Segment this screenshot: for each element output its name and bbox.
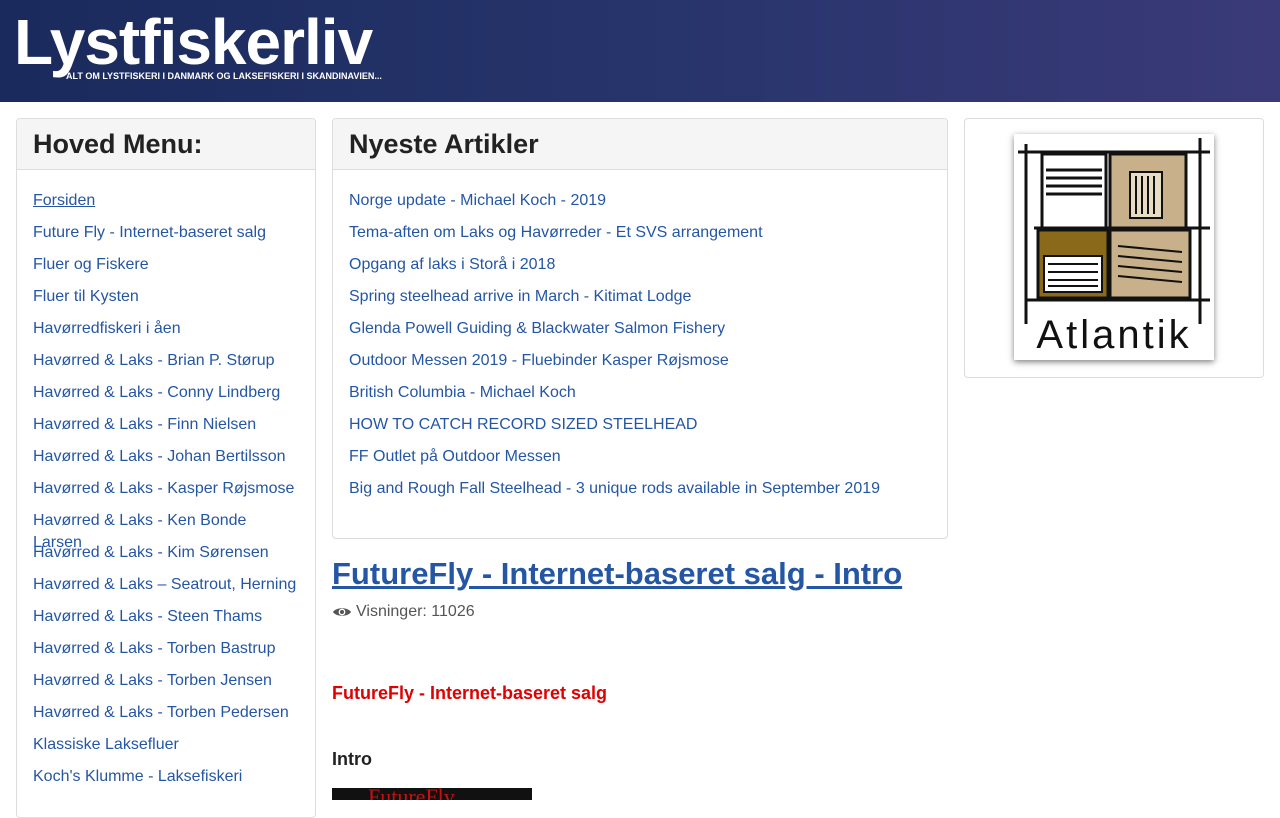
- main-menu-link[interactable]: Havørred & Laks - Torben Jensen: [33, 672, 272, 689]
- main-menu-item: Koch's Klumme - Laksefiskeri: [33, 766, 299, 798]
- latest-article-link[interactable]: British Columbia - Michael Koch: [349, 384, 576, 401]
- eye-icon: [333, 608, 351, 616]
- latest-article-link[interactable]: Glenda Powell Guiding & Blackwater Salmo…: [349, 320, 725, 337]
- main-menu-item: Klassiske Laksefluer: [33, 734, 299, 766]
- views-count: Visninger: 11026: [356, 603, 475, 620]
- latest-article-link[interactable]: Big and Rough Fall Steelhead - 3 unique …: [349, 480, 880, 497]
- latest-article-item: Big and Rough Fall Steelhead - 3 unique …: [349, 478, 931, 510]
- site-tagline: ALT OM LYSTFISKERI I DANMARK OG LAKSEFIS…: [66, 71, 382, 81]
- main-menu-link[interactable]: Havørred & Laks - Torben Pedersen: [33, 704, 289, 721]
- latest-article-item: Opgang af laks i Storå i 2018: [349, 254, 931, 286]
- main-menu-item: Havørred & Laks – Seatrout, Herning: [33, 574, 299, 606]
- atlantik-logo-text: Atlantik: [1036, 313, 1191, 357]
- main-menu-link[interactable]: Klassiske Laksefluer: [33, 736, 179, 753]
- latest-article-link[interactable]: Tema-aften om Laks og Havørreder - Et SV…: [349, 224, 763, 241]
- main-menu-item: Havørred & Laks - Conny Lindberg: [33, 382, 299, 414]
- main-menu-item: Fluer til Kysten: [33, 286, 299, 318]
- latest-article-link[interactable]: HOW TO CATCH RECORD SIZED STEELHEAD: [349, 416, 697, 433]
- main-menu-item: Forsiden: [33, 190, 299, 222]
- main-menu-header: Hoved Menu:: [17, 119, 315, 170]
- atlantik-banner[interactable]: Atlantik: [1014, 134, 1214, 360]
- latest-article-item: Spring steelhead arrive in March - Kitim…: [349, 286, 931, 318]
- main-menu-item: Havørred & Laks - Ken Bonde Larsen: [33, 510, 299, 551]
- main-menu-item: Havørred & Laks - Finn Nielsen: [33, 414, 299, 446]
- futurefly-image: FutureFly: [332, 788, 532, 800]
- site-logo[interactable]: Lystfiskerliv: [14, 6, 373, 78]
- latest-article-link[interactable]: Opgang af laks i Storå i 2018: [349, 256, 555, 273]
- latest-article-item: HOW TO CATCH RECORD SIZED STEELHEAD: [349, 414, 931, 446]
- latest-articles-header: Nyeste Artikler: [333, 119, 947, 170]
- main-menu-link[interactable]: Havørred & Laks - Johan Bertilsson: [33, 448, 286, 465]
- main-menu-item: Havørred & Laks - Torben Pedersen: [33, 702, 299, 734]
- main-menu-link[interactable]: Havørred & Laks - Brian P. Størup: [33, 352, 275, 369]
- main-menu-link[interactable]: Havørred & Laks - Kim Sørensen: [33, 544, 269, 561]
- main-menu-item: Havørred & Laks - Brian P. Størup: [33, 350, 299, 382]
- latest-article-item: Norge update - Michael Koch - 2019: [349, 190, 931, 222]
- atlantik-logo-graphic: Atlantik: [1014, 134, 1214, 360]
- article-title-link[interactable]: FutureFly - Internet-baseret salg - Intr…: [332, 552, 902, 596]
- main-menu-link[interactable]: Fluer til Kysten: [33, 288, 139, 305]
- main-menu-title: Hoved Menu:: [33, 129, 203, 159]
- main-menu-item: Havørredfiskeri i åen: [33, 318, 299, 350]
- latest-article-link[interactable]: Outdoor Messen 2019 - Fluebinder Kasper …: [349, 352, 729, 369]
- main-menu-link[interactable]: Fluer og Fiskere: [33, 256, 149, 273]
- latest-article-link[interactable]: FF Outlet på Outdoor Messen: [349, 448, 561, 465]
- latest-articles-panel: Nyeste Artikler Norge update - Michael K…: [332, 118, 948, 539]
- main-menu-item: Havørred & Laks - Kasper Røjsmose: [33, 478, 299, 510]
- main-menu-link[interactable]: Havørred & Laks - Finn Nielsen: [33, 416, 256, 433]
- site-header: Lystfiskerliv ALT OM LYSTFISKERI I DANMA…: [0, 0, 1280, 102]
- latest-article-item: FF Outlet på Outdoor Messen: [349, 446, 931, 478]
- main-menu-panel: Hoved Menu: Forsiden Future Fly - Interne…: [16, 118, 316, 818]
- latest-article-link[interactable]: Spring steelhead arrive in March - Kitim…: [349, 288, 691, 305]
- main-menu-link[interactable]: Forsiden: [33, 192, 95, 209]
- main-menu-link[interactable]: Havørred & Laks - Conny Lindberg: [33, 384, 280, 401]
- main-menu-list: Forsiden Future Fly - Internet-baseret sa…: [17, 170, 315, 798]
- latest-article-item: Tema-aften om Laks og Havørreder - Et SV…: [349, 222, 931, 254]
- latest-articles-list: Norge update - Michael Koch - 2019 Tema-a…: [333, 170, 947, 510]
- main-menu-item: Fluer og Fiskere: [33, 254, 299, 286]
- article-subheading: FutureFly - Internet-baseret salg: [332, 683, 608, 703]
- latest-article-item: Outdoor Messen 2019 - Fluebinder Kasper …: [349, 350, 931, 382]
- main-menu-link[interactable]: Havørred & Laks - Kasper Røjsmose: [33, 480, 294, 497]
- main-menu-link[interactable]: Havørred & Laks - Torben Bastrup: [33, 640, 275, 657]
- latest-article-link[interactable]: Norge update - Michael Koch - 2019: [349, 192, 606, 209]
- article-views: Visninger: 11026: [332, 601, 475, 623]
- main-menu-item: Future Fly - Internet-baseret salg: [33, 222, 299, 254]
- main-menu-item: Havørred & Laks - Torben Bastrup: [33, 638, 299, 670]
- main-menu-link[interactable]: Koch's Klumme - Laksefiskeri: [33, 768, 242, 785]
- futurefly-image-text: FutureFly: [368, 788, 455, 800]
- main-menu-item: Havørred & Laks - Steen Thams: [33, 606, 299, 638]
- main-menu-link[interactable]: Havørred & Laks - Steen Thams: [33, 608, 262, 625]
- main-menu-item: Havørred & Laks - Torben Jensen: [33, 670, 299, 702]
- main-menu-item: Havørred & Laks - Kim Sørensen: [33, 542, 299, 574]
- main-menu-link[interactable]: Future Fly - Internet-baseret salg: [33, 224, 266, 241]
- main-menu-link[interactable]: Havørred & Laks – Seatrout, Herning: [33, 576, 296, 593]
- intro-heading: Intro: [332, 749, 372, 769]
- main-menu-item: Havørred & Laks - Johan Bertilsson: [33, 446, 299, 478]
- main-menu-link[interactable]: Havørredfiskeri i åen: [33, 320, 181, 337]
- latest-article-item: British Columbia - Michael Koch: [349, 382, 931, 414]
- latest-articles-title: Nyeste Artikler: [349, 129, 539, 159]
- latest-article-item: Glenda Powell Guiding & Blackwater Salmo…: [349, 318, 931, 350]
